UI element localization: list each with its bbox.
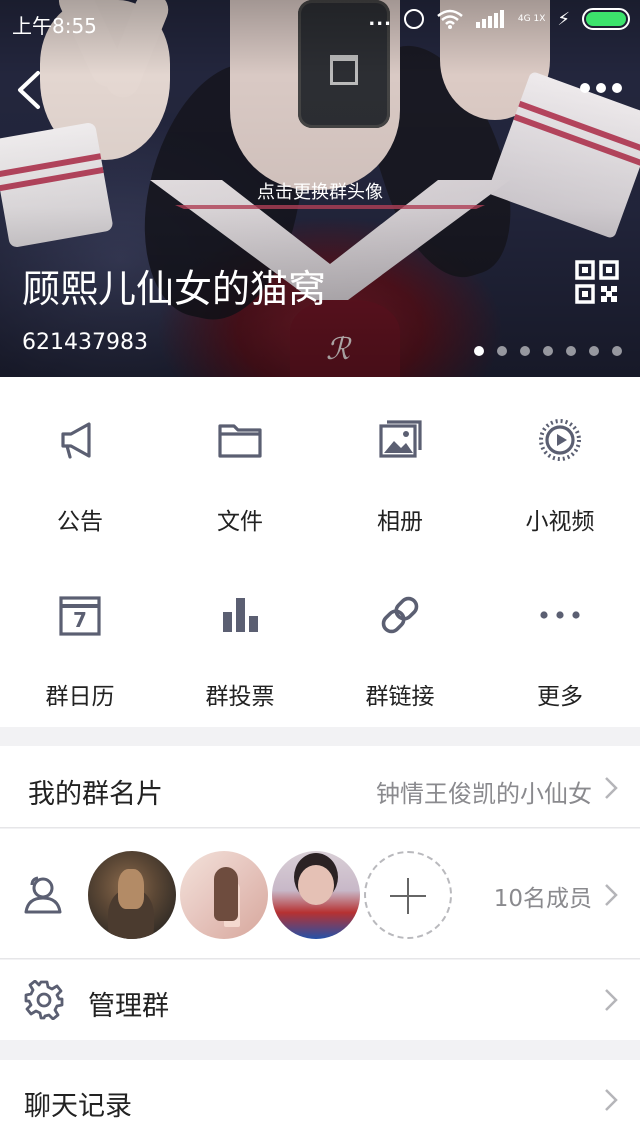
- function-label: 群链接: [365, 684, 435, 710]
- alarm-icon: [403, 9, 424, 29]
- members-row[interactable]: 10名成员: [0, 829, 640, 959]
- member-count: 10名成员: [493, 886, 592, 912]
- gear-icon: [24, 979, 64, 1021]
- function-grid: 公告 文件 相册 小视频 7 群日历 群投票 群链接 更多: [0, 377, 640, 727]
- member-avatar[interactable]: [88, 851, 176, 939]
- status-icons: ... 4G 1X ⚡: [368, 8, 630, 30]
- my-group-card-row[interactable]: 我的群名片 钟情王俊凯的小仙女: [0, 746, 640, 828]
- pager-dot: [474, 346, 484, 356]
- calendar-icon: 7: [57, 592, 103, 638]
- function-album[interactable]: 相册: [320, 377, 480, 535]
- my-group-card-value: 钟情王俊凯的小仙女: [376, 780, 592, 808]
- video-icon: [537, 417, 583, 463]
- function-short-video[interactable]: 小视频: [480, 377, 640, 535]
- function-link[interactable]: 群链接: [320, 552, 480, 710]
- pager-dot: [589, 346, 599, 356]
- status-bar: 上午8:55 ... 4G 1X ⚡: [0, 0, 640, 44]
- add-member-button[interactable]: [364, 851, 452, 939]
- bar-chart-icon: [217, 592, 263, 638]
- pager-dot: [520, 346, 530, 356]
- photo-album-icon: [377, 417, 423, 463]
- member-avatar[interactable]: [180, 851, 268, 939]
- function-label: 相册: [377, 509, 423, 535]
- pager-dot: [612, 346, 622, 356]
- my-group-card-title: 我的群名片: [28, 779, 163, 810]
- qr-code-icon[interactable]: [575, 260, 619, 304]
- function-more[interactable]: 更多: [480, 552, 640, 710]
- function-label: 群日历: [45, 684, 115, 710]
- pager-dot: [566, 346, 576, 356]
- members-icon: [22, 876, 64, 914]
- calendar-day: 7: [73, 608, 87, 632]
- battery-icon: [582, 8, 630, 30]
- pager-dot: [543, 346, 553, 356]
- function-files[interactable]: 文件: [160, 377, 320, 535]
- group-id: 621437983: [22, 330, 148, 355]
- manage-group-row[interactable]: 管理群: [0, 960, 640, 1040]
- charging-icon: ⚡: [557, 8, 570, 30]
- group-name: 顾熙儿仙女的猫窝: [22, 267, 327, 311]
- chevron-right-icon: [605, 777, 618, 799]
- more-menu-icon[interactable]: [580, 78, 624, 98]
- wifi-icon: [436, 9, 464, 29]
- chevron-right-icon: [605, 989, 618, 1011]
- chat-history-row[interactable]: 聊天记录: [0, 1060, 640, 1138]
- function-label: 小视频: [525, 509, 595, 535]
- chat-history-title: 聊天记录: [24, 1091, 132, 1122]
- more-dots-icon: [537, 592, 583, 638]
- function-label: 更多: [537, 684, 583, 710]
- chevron-right-icon: [605, 884, 618, 906]
- pager-dot: [497, 346, 507, 356]
- chevron-right-icon: [605, 1089, 618, 1111]
- function-vote[interactable]: 群投票: [160, 552, 320, 710]
- manage-group-title: 管理群: [88, 991, 169, 1022]
- signal-icon: [475, 10, 506, 28]
- function-announcement[interactable]: 公告: [0, 377, 160, 535]
- change-avatar-hint[interactable]: 点击更换群头像: [0, 178, 640, 204]
- status-dots: ...: [368, 8, 392, 30]
- megaphone-icon: [57, 417, 103, 463]
- member-avatar[interactable]: [272, 851, 360, 939]
- network-type-label: 4G 1X: [517, 13, 546, 24]
- link-icon: [377, 592, 423, 638]
- cover-pager: [474, 346, 622, 356]
- back-icon[interactable]: [14, 70, 44, 110]
- function-label: 群投票: [205, 684, 275, 710]
- function-label: 文件: [217, 509, 263, 535]
- folder-icon: [217, 417, 263, 463]
- function-label: 公告: [57, 509, 103, 535]
- function-calendar[interactable]: 7 群日历: [0, 552, 160, 710]
- status-time: 上午8:55: [12, 14, 97, 38]
